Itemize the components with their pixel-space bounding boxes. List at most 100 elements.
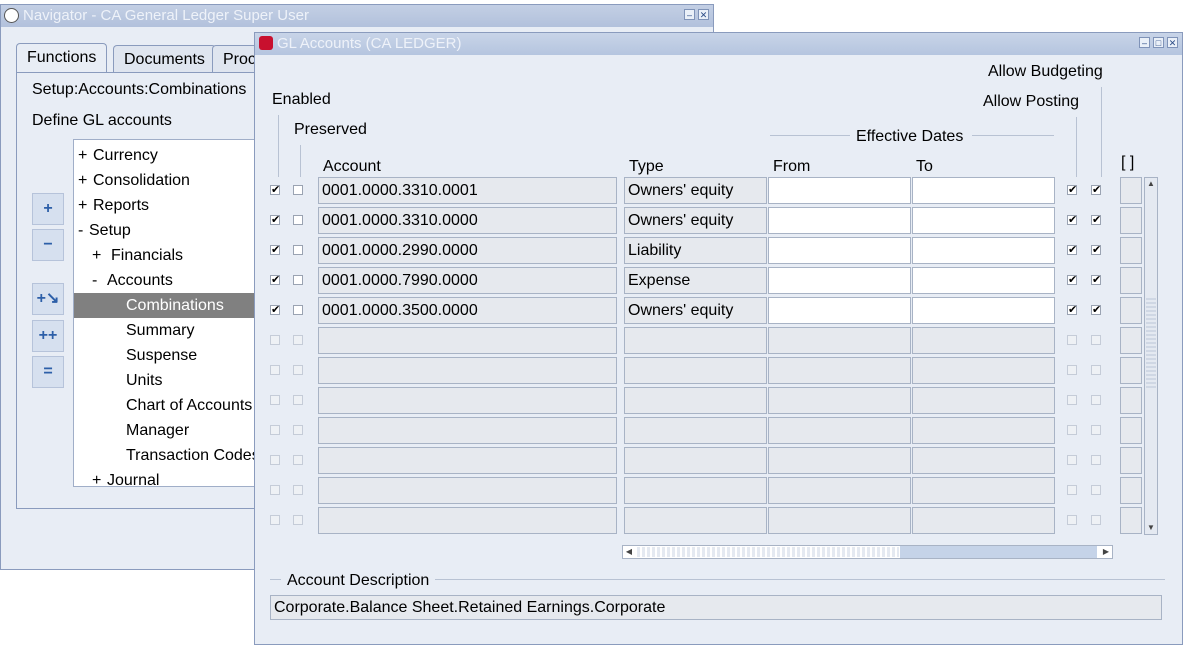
flexfield-cell[interactable] xyxy=(1120,447,1142,474)
preserved-checkbox[interactable] xyxy=(293,335,303,345)
tree-node-combinations[interactable]: Combinations xyxy=(74,293,262,318)
allow-budgeting-checkbox[interactable] xyxy=(1091,515,1101,525)
tree-node-accounts[interactable]: - Accounts xyxy=(92,268,173,293)
tree-node-suspense[interactable]: Suspense xyxy=(126,343,197,368)
type-field[interactable] xyxy=(624,417,767,444)
account-description-field[interactable]: Corporate.Balance Sheet.Retained Earning… xyxy=(270,595,1162,620)
allow-posting-checkbox[interactable] xyxy=(1067,365,1077,375)
scroll-up-icon[interactable]: ▲ xyxy=(1146,179,1156,189)
scroll-left-icon[interactable]: ◀ xyxy=(624,547,634,557)
scroll-down-icon[interactable]: ▼ xyxy=(1146,523,1156,533)
enabled-checkbox[interactable] xyxy=(270,455,280,465)
tab-functions[interactable]: Functions xyxy=(16,43,108,73)
from-date-field[interactable] xyxy=(768,357,911,384)
tree-node-transaction-codes[interactable]: Transaction Codes xyxy=(126,443,260,468)
scroll-right-icon[interactable]: ▶ xyxy=(1101,547,1111,557)
preserved-checkbox[interactable] xyxy=(293,485,303,495)
type-field[interactable]: Owners' equity xyxy=(624,297,767,324)
preserved-checkbox[interactable] xyxy=(293,455,303,465)
enabled-checkbox[interactable]: ✔ xyxy=(270,185,280,196)
enabled-checkbox[interactable] xyxy=(270,395,280,405)
tree-node-currency[interactable]: + Currency xyxy=(78,143,158,168)
from-date-field[interactable] xyxy=(768,297,911,324)
allow-budgeting-checkbox[interactable] xyxy=(1091,425,1101,435)
to-date-field[interactable] xyxy=(912,327,1055,354)
to-date-field[interactable] xyxy=(912,297,1055,324)
allow-budgeting-checkbox[interactable]: ✔ xyxy=(1091,215,1101,226)
to-date-field[interactable] xyxy=(912,237,1055,264)
preserved-checkbox[interactable] xyxy=(293,515,303,525)
to-date-field[interactable] xyxy=(912,177,1055,204)
enabled-checkbox[interactable] xyxy=(270,515,280,525)
enabled-checkbox[interactable]: ✔ xyxy=(270,245,280,256)
flexfield-cell[interactable] xyxy=(1120,417,1142,444)
type-field[interactable] xyxy=(624,477,767,504)
from-date-field[interactable] xyxy=(768,447,911,474)
enabled-checkbox[interactable] xyxy=(270,485,280,495)
allow-budgeting-checkbox[interactable]: ✔ xyxy=(1091,275,1101,286)
flexfield-cell[interactable] xyxy=(1120,387,1142,414)
allow-posting-checkbox[interactable]: ✔ xyxy=(1067,215,1077,226)
navigator-titlebar[interactable]: Navigator - CA General Ledger Super User… xyxy=(1,5,713,27)
flexfield-cell[interactable] xyxy=(1120,267,1142,294)
to-date-field[interactable] xyxy=(912,267,1055,294)
allow-posting-checkbox[interactable] xyxy=(1067,395,1077,405)
preserved-checkbox[interactable] xyxy=(293,425,303,435)
expand-all-button[interactable]: ++ xyxy=(32,320,64,352)
expand-branch-button[interactable]: +↘ xyxy=(32,283,64,315)
from-date-field[interactable] xyxy=(768,417,911,444)
type-field[interactable] xyxy=(624,507,767,534)
tree-node-chart-of-accounts[interactable]: Chart of Accounts xyxy=(126,393,252,418)
type-field[interactable]: Liability xyxy=(624,237,767,264)
flexfield-cell[interactable] xyxy=(1120,507,1142,534)
flexfield-cell[interactable] xyxy=(1120,237,1142,264)
from-date-field[interactable] xyxy=(768,387,911,414)
allow-budgeting-checkbox[interactable] xyxy=(1091,455,1101,465)
to-date-field[interactable] xyxy=(912,447,1055,474)
allow-posting-checkbox[interactable]: ✔ xyxy=(1067,305,1077,316)
flexfield-cell[interactable] xyxy=(1120,477,1142,504)
account-field[interactable] xyxy=(318,327,617,354)
tree-node-setup[interactable]: - Setup xyxy=(78,218,131,243)
account-field[interactable]: 0001.0000.7990.0000 xyxy=(318,267,617,294)
account-field[interactable] xyxy=(318,477,617,504)
allow-posting-checkbox[interactable] xyxy=(1067,335,1077,345)
allow-budgeting-checkbox[interactable] xyxy=(1091,395,1101,405)
preserved-checkbox[interactable] xyxy=(293,185,303,195)
enabled-checkbox[interactable] xyxy=(270,425,280,435)
preserved-checkbox[interactable] xyxy=(293,395,303,405)
account-field[interactable] xyxy=(318,417,617,444)
type-field[interactable] xyxy=(624,327,767,354)
from-date-field[interactable] xyxy=(768,507,911,534)
allow-posting-checkbox[interactable]: ✔ xyxy=(1067,185,1077,196)
enabled-checkbox[interactable] xyxy=(270,335,280,345)
tree-node-financials[interactable]: + Financials xyxy=(92,243,183,268)
flexfield-cell[interactable] xyxy=(1120,297,1142,324)
account-field[interactable] xyxy=(318,387,617,414)
type-field[interactable] xyxy=(624,357,767,384)
to-date-field[interactable] xyxy=(912,387,1055,414)
from-date-field[interactable] xyxy=(768,177,911,204)
account-field[interactable] xyxy=(318,507,617,534)
enabled-checkbox[interactable]: ✔ xyxy=(270,215,280,226)
enabled-checkbox[interactable]: ✔ xyxy=(270,305,280,316)
allow-budgeting-checkbox[interactable]: ✔ xyxy=(1091,305,1101,316)
allow-budgeting-checkbox[interactable]: ✔ xyxy=(1091,185,1101,196)
allow-posting-checkbox[interactable] xyxy=(1067,515,1077,525)
from-date-field[interactable] xyxy=(768,207,911,234)
type-field[interactable] xyxy=(624,447,767,474)
flexfield-cell[interactable] xyxy=(1120,207,1142,234)
allow-budgeting-checkbox[interactable] xyxy=(1091,335,1101,345)
allow-posting-checkbox[interactable] xyxy=(1067,455,1077,465)
tab-documents[interactable]: Documents xyxy=(113,45,216,73)
allow-budgeting-checkbox[interactable] xyxy=(1091,485,1101,495)
type-field[interactable]: Expense xyxy=(624,267,767,294)
close-icon[interactable]: ✕ xyxy=(698,9,709,20)
horizontal-scroll-track[interactable] xyxy=(637,547,899,557)
tree-node-units[interactable]: Units xyxy=(126,368,162,393)
enabled-checkbox[interactable]: ✔ xyxy=(270,275,280,286)
to-date-field[interactable] xyxy=(912,507,1055,534)
to-date-field[interactable] xyxy=(912,417,1055,444)
preserved-checkbox[interactable] xyxy=(293,305,303,315)
tree-node-reports[interactable]: + Reports xyxy=(78,193,149,218)
